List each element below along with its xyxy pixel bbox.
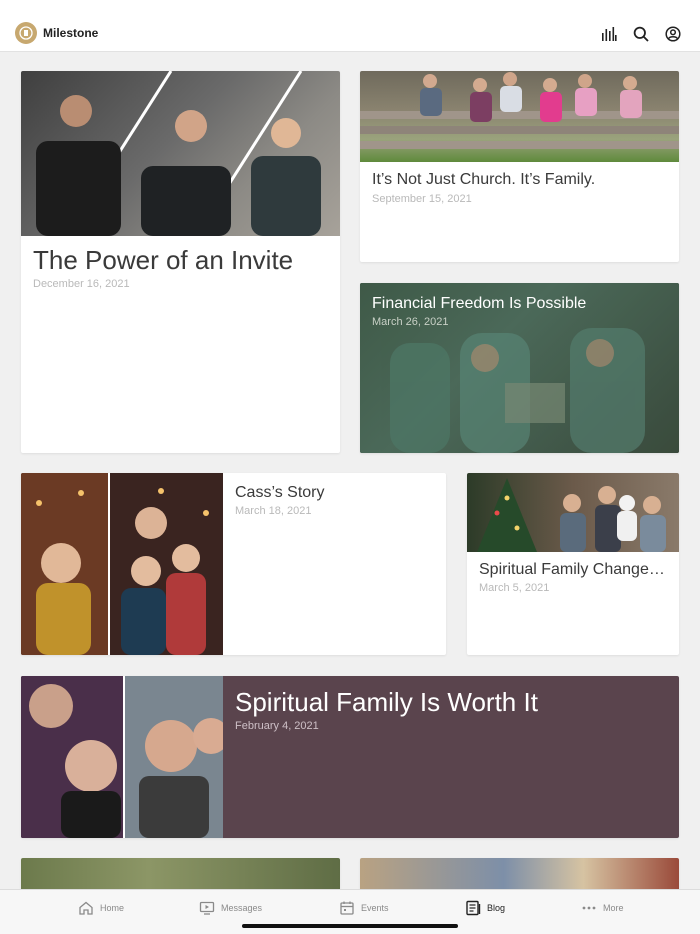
search-icon[interactable]: [632, 25, 650, 43]
post-card[interactable]: The Power of an Invite December 16, 2021: [21, 71, 340, 453]
post-photo: [21, 473, 223, 655]
home-indicator: [242, 924, 458, 928]
equalizer-icon[interactable]: [600, 25, 618, 43]
app-name: Milestone: [43, 26, 99, 40]
post-date: March 26, 2021: [372, 316, 449, 328]
messages-icon: [199, 901, 215, 915]
post-title: Spiritual Family Changes…: [479, 561, 671, 578]
church-logo-icon: [15, 22, 37, 44]
home-icon: [79, 901, 93, 915]
post-title: It’s Not Just Church. It’s Family.: [372, 171, 596, 188]
calendar-icon: [340, 901, 354, 915]
tab-blog[interactable]: Blog: [465, 900, 505, 916]
brand[interactable]: Milestone: [15, 22, 98, 44]
post-photo: [360, 71, 679, 162]
tab-label: Events: [361, 903, 389, 913]
post-photo: [467, 473, 679, 552]
post-card[interactable]: Spiritual Family Changes… March 5, 2021: [467, 473, 679, 655]
post-photo: [21, 71, 340, 236]
post-date: September 15, 2021: [372, 193, 472, 205]
post-photo: [21, 676, 223, 838]
post-card[interactable]: Spiritual Family Is Worth It February 4,…: [21, 676, 679, 838]
top-header: Milestone: [0, 0, 700, 52]
tab-label: Blog: [487, 903, 506, 913]
post-date: March 18, 2021: [235, 505, 312, 517]
post-title: Cass’s Story: [235, 484, 325, 501]
account-icon[interactable]: [664, 25, 682, 43]
tab-label: More: [603, 903, 624, 913]
more-icon: [582, 906, 596, 910]
post-title: The Power of an Invite: [33, 245, 294, 275]
blog-icon: [466, 900, 481, 916]
post-date: February 4, 2021: [235, 720, 319, 732]
tab-messages[interactable]: Messages: [199, 900, 262, 916]
tab-more[interactable]: More: [581, 900, 624, 916]
post-date: December 16, 2021: [33, 278, 130, 290]
post-title: Financial Freedom Is Possible: [372, 295, 587, 312]
tab-label: Home: [100, 903, 125, 913]
post-card[interactable]: Cass’s Story March 18, 2021: [21, 473, 446, 655]
post-title: Spiritual Family Is Worth It: [235, 687, 538, 717]
tab-label: Messages: [221, 903, 263, 913]
tab-events[interactable]: Events: [339, 900, 389, 916]
post-date: March 5, 2021: [479, 582, 550, 594]
tab-home[interactable]: Home: [78, 900, 124, 916]
post-card[interactable]: It’s Not Just Church. It’s Family. Septe…: [360, 71, 679, 262]
post-card[interactable]: Financial Freedom Is Possible March 26, …: [360, 283, 679, 453]
